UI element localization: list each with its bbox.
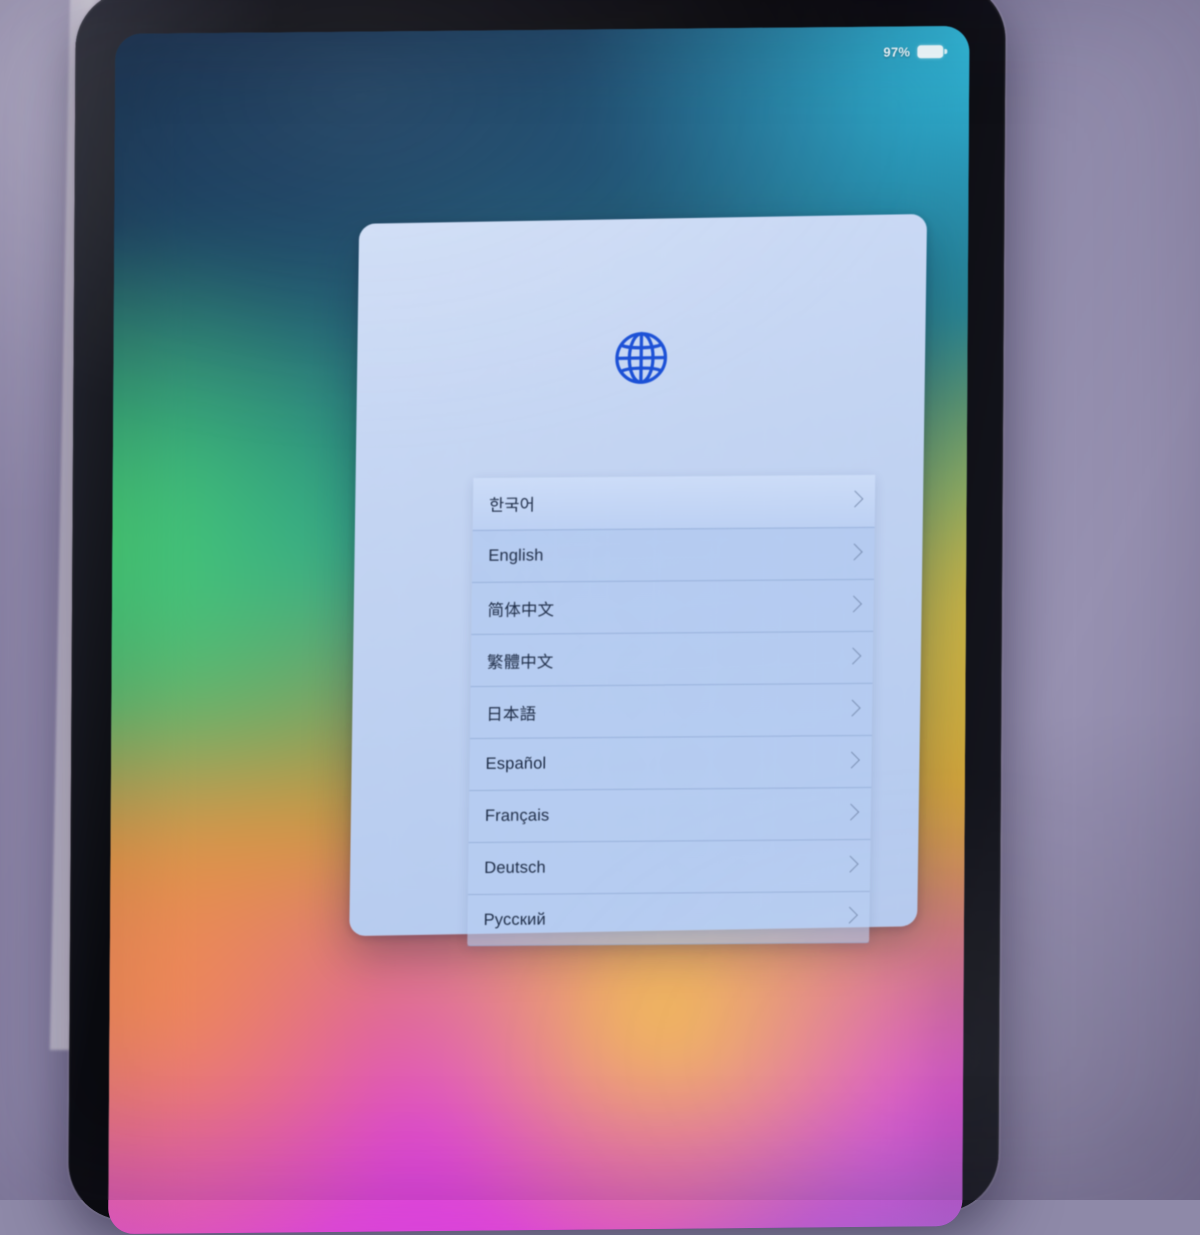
status-bar: 97% [883,44,944,60]
language-label: Español [485,754,547,773]
language-row-english[interactable]: English [472,526,875,582]
language-list[interactable]: 한국어 English 简体中文 繁體中文 日本語 Español França… [467,474,876,947]
language-row-german[interactable]: Deutsch [467,838,871,895]
language-row-traditional-chinese[interactable]: 繁體中文 [470,630,874,687]
language-label: 한국어 [488,496,536,515]
language-label: Deutsch [484,858,546,877]
language-label: Русский [483,910,546,929]
language-row-spanish[interactable]: Español [469,734,872,791]
language-row-korean[interactable]: 한국어 [472,474,876,530]
language-label: Français [484,806,550,825]
tablet-device: 97% 한국어 English 简体中文 繁體中文 日本語 Español Fr… [68,0,1006,1235]
language-row-simplified-chinese[interactable]: 简体中文 [471,578,874,635]
language-row-russian[interactable]: Русский [467,890,870,947]
language-label: 繁體中文 [486,652,554,672]
language-row-french[interactable]: Français [468,786,872,843]
battery-full-icon [917,45,944,59]
language-label: 日本語 [486,705,537,724]
battery-percent-label: 97% [883,44,911,60]
tablet-screen[interactable]: 97% 한국어 English 简体中文 繁體中文 日本語 Español Fr… [108,25,970,1235]
language-row-japanese[interactable]: 日本語 [469,682,873,739]
language-label: 简体中文 [487,600,555,620]
globe-icon-wrapper [357,322,926,394]
language-selection-card: 한국어 English 简体中文 繁體中文 日本語 Español França… [349,213,928,947]
language-label: English [488,546,544,565]
globe-icon [615,332,668,384]
